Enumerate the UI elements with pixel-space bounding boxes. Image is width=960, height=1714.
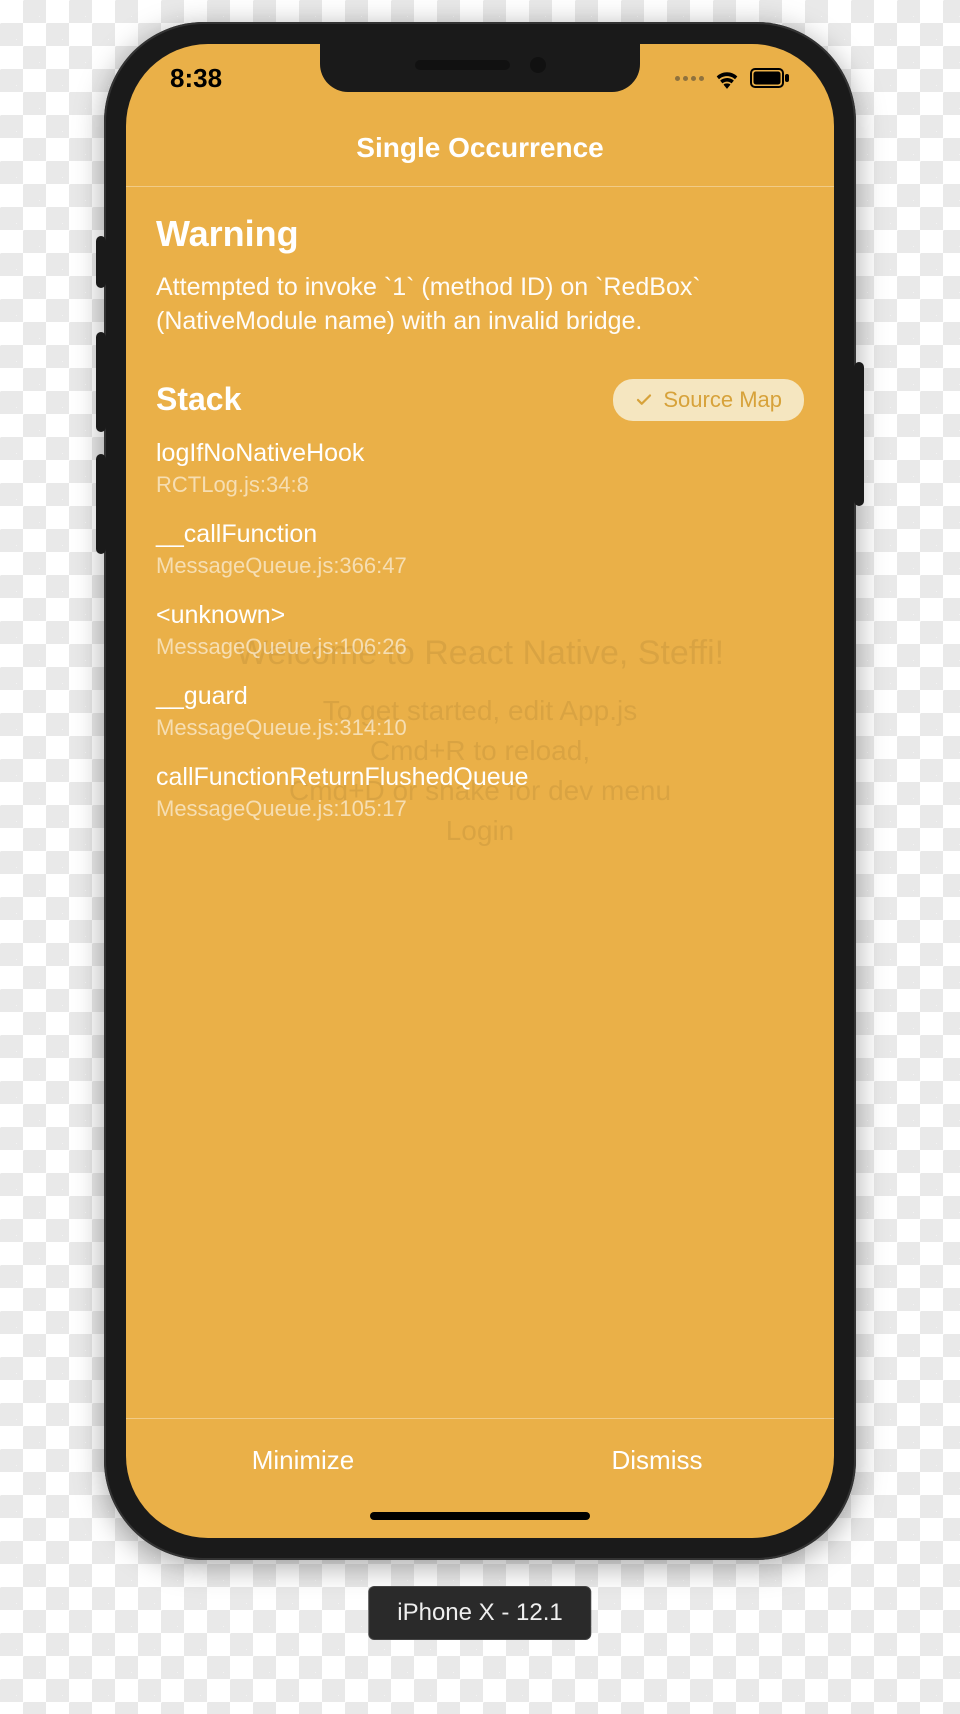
stack-frame[interactable]: __guard MessageQueue.js:314:10 (156, 682, 804, 741)
stack-frame-location: MessageQueue.js:314:10 (156, 715, 804, 741)
wifi-icon (714, 67, 740, 89)
source-map-toggle[interactable]: Source Map (613, 379, 804, 421)
canvas: 8:38 Welcome to React Native, Steffi! T (0, 0, 960, 1714)
stack-frame-location: MessageQueue.js:106:26 (156, 634, 804, 660)
minimize-button[interactable]: Minimize (126, 1419, 480, 1538)
stack-frames: logIfNoNativeHook RCTLog.js:34:8 __callFun… (156, 439, 804, 822)
stack-frame-function: __guard (156, 682, 804, 711)
stack-frame-function: callFunctionReturnFlushedQueue (156, 763, 804, 792)
warning-overlay: Single Occurrence Warning Attempted to i… (126, 44, 834, 1538)
warning-message: Attempted to invoke `1` (method ID) on `… (156, 271, 804, 339)
overlay-footer: Minimize Dismiss (126, 1418, 834, 1538)
stack-frame[interactable]: logIfNoNativeHook RCTLog.js:34:8 (156, 439, 804, 498)
overlay-title: Single Occurrence (126, 132, 834, 186)
status-time: 8:38 (170, 63, 222, 94)
dismiss-button[interactable]: Dismiss (480, 1419, 834, 1538)
stack-frame-function: <unknown> (156, 601, 804, 630)
stack-frame-location: RCTLog.js:34:8 (156, 472, 804, 498)
screen: 8:38 Welcome to React Native, Steffi! T (126, 44, 834, 1538)
source-map-label: Source Map (663, 387, 782, 413)
notch (320, 44, 640, 92)
stack-frame[interactable]: __callFunction MessageQueue.js:366:47 (156, 520, 804, 579)
side-power-button[interactable] (854, 362, 864, 506)
stack-frame-function: __callFunction (156, 520, 804, 549)
phone-frame: 8:38 Welcome to React Native, Steffi! T (104, 22, 856, 1560)
check-icon (635, 391, 653, 409)
stack-frame-location: MessageQueue.js:105:17 (156, 796, 804, 822)
stack-heading: Stack (156, 381, 241, 418)
overlay-content: Warning Attempted to invoke `1` (method … (126, 187, 834, 1418)
cellular-dots-icon (675, 76, 704, 81)
mute-switch[interactable] (96, 236, 106, 288)
home-indicator[interactable] (370, 1512, 590, 1520)
stack-frame[interactable]: callFunctionReturnFlushedQueue MessageQue… (156, 763, 804, 822)
stack-frame-location: MessageQueue.js:366:47 (156, 553, 804, 579)
warning-heading: Warning (156, 213, 804, 255)
simulator-label: iPhone X - 12.1 (368, 1586, 591, 1640)
battery-icon (750, 68, 790, 88)
status-right (675, 67, 790, 89)
volume-down-button[interactable] (96, 454, 106, 554)
stack-frame-function: logIfNoNativeHook (156, 439, 804, 468)
volume-up-button[interactable] (96, 332, 106, 432)
stack-frame[interactable]: <unknown> MessageQueue.js:106:26 (156, 601, 804, 660)
